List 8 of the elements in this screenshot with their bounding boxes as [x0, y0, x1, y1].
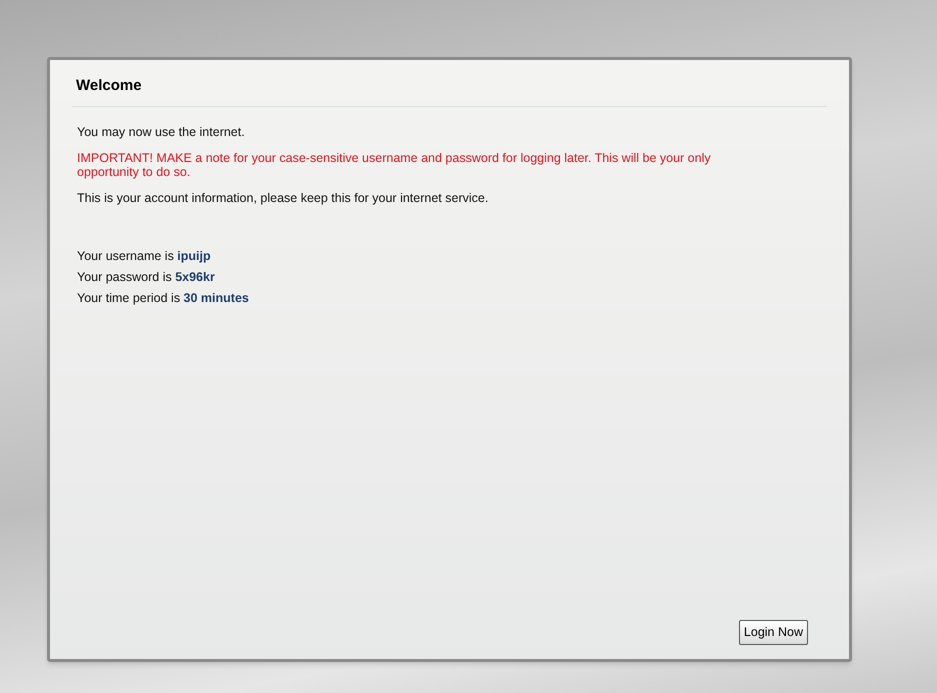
- warning-text: IMPORTANT! MAKE a note for your case-sensitive username and password for logging later. This will be your only opportunity to do so.: [77, 150, 712, 178]
- panel-title: Welcome: [76, 76, 142, 96]
- info-text: This is your account information, please keep this for your internet service.: [77, 190, 490, 204]
- account-detail: Your time period is 30 minutes: [77, 290, 249, 304]
- account-detail: Your password is 5x96kr: [77, 270, 215, 284]
- login-now-button[interactable]: Login Now: [738, 620, 808, 645]
- info-text: You may now use the internet.: [77, 124, 246, 138]
- account-detail: Your username is ipuijp: [77, 248, 211, 262]
